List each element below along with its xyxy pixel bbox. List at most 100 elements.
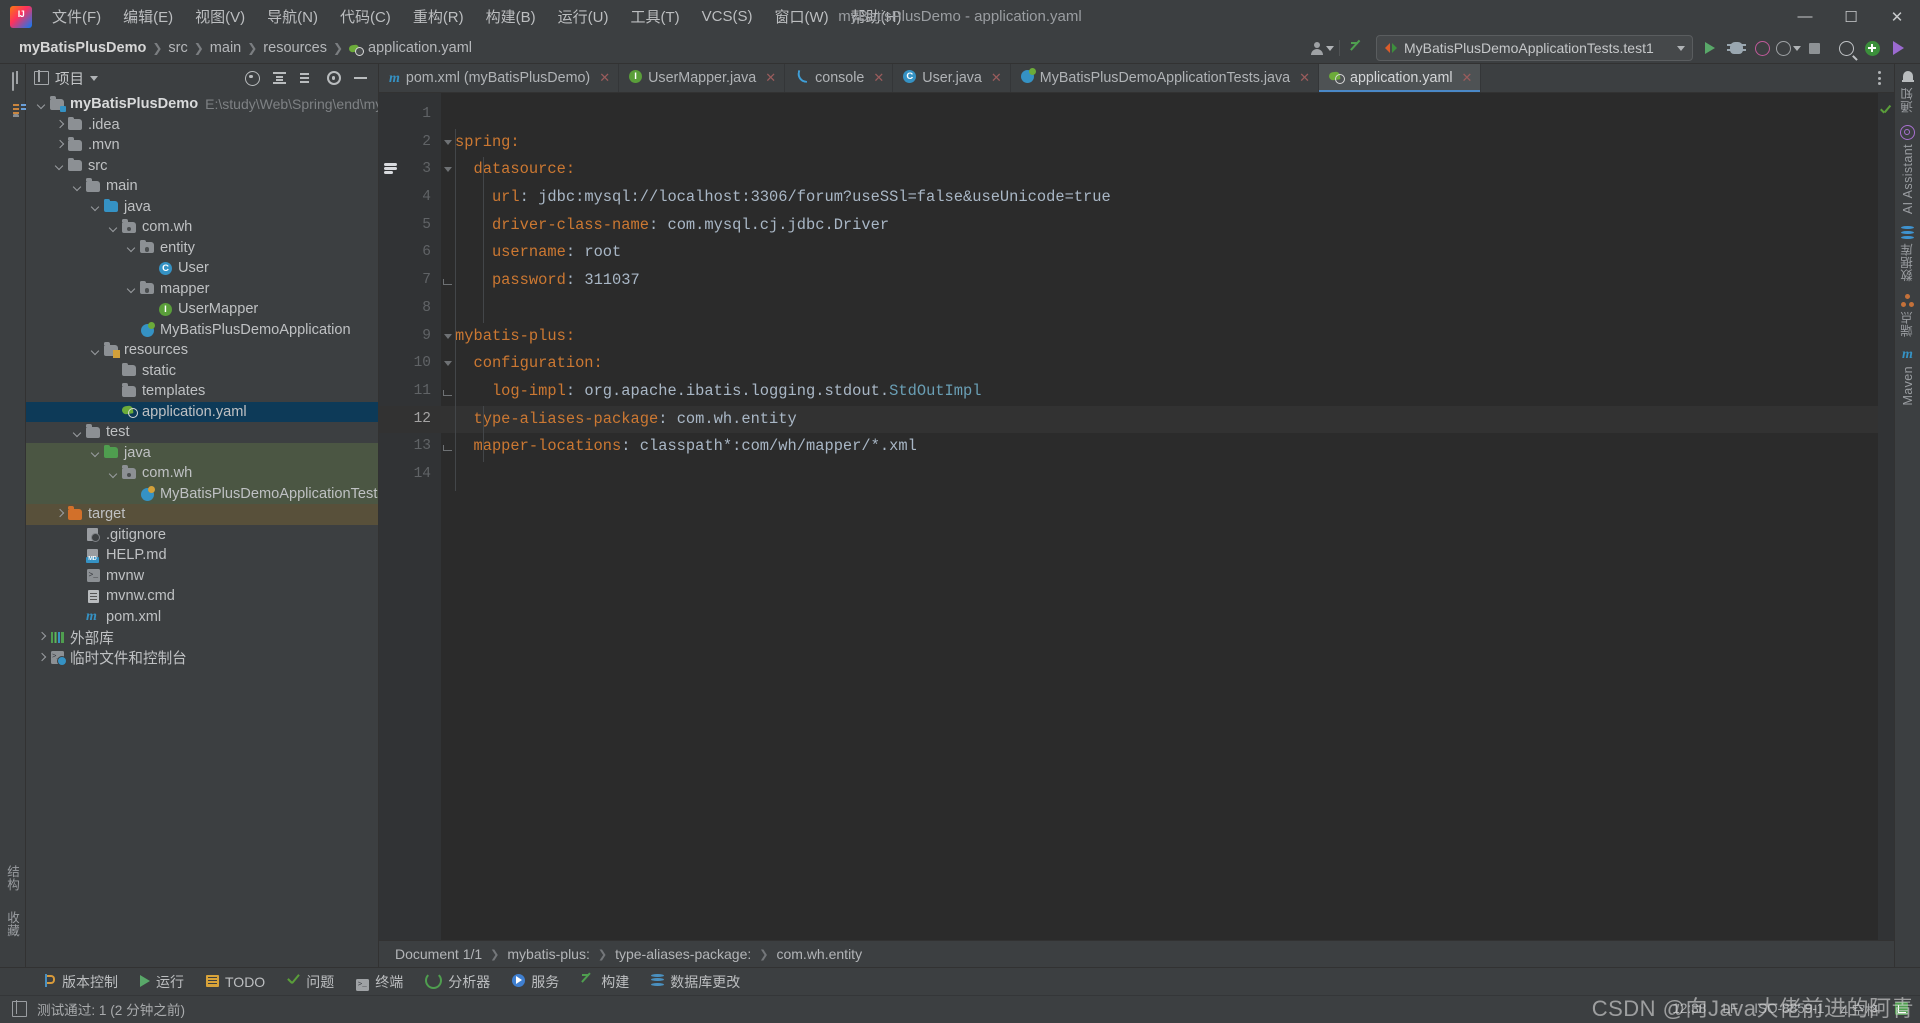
structure-tool-button[interactable]: 结构 (3, 865, 22, 895)
tree-node-mvnw-cmd[interactable]: mvnw.cmd (26, 586, 378, 607)
close-icon[interactable]: ✕ (599, 70, 610, 86)
line-number[interactable]: 7 (379, 267, 452, 295)
chevron-right-icon[interactable] (54, 119, 65, 130)
line-number[interactable]: 9 (379, 323, 452, 351)
status-encoding[interactable]: ISO-8859-1 (1754, 1001, 1824, 1016)
tool-window-button-build[interactable]: 构建 (570, 970, 640, 994)
code-line[interactable]: username: root (441, 239, 1878, 267)
tree-node-resources[interactable]: resources (26, 340, 378, 361)
tab-options-button[interactable] (1870, 67, 1888, 89)
endpoints-tool-button[interactable]: 端点 (1898, 293, 1917, 336)
build-project-button[interactable] (1344, 36, 1370, 60)
project-tool-button[interactable] (11, 72, 14, 91)
tree-node-pom-xml[interactable]: m pom.xml (26, 607, 378, 628)
minimize-button[interactable]: — (1782, 0, 1828, 33)
tool-window-button-git-branch[interactable]: 版本控制 (32, 970, 129, 994)
chevron-down-icon[interactable] (90, 75, 98, 81)
code-editor[interactable]: spring: datasource: url: jdbc:mysql://lo… (441, 93, 1878, 940)
user-account-button[interactable] (1309, 36, 1335, 60)
ai-assistant-tool-button[interactable]: AI Assistant (1900, 124, 1915, 214)
chevron-down-icon[interactable] (108, 222, 119, 233)
tree-node-templates[interactable]: templates (26, 381, 378, 402)
chevron-down-icon[interactable] (108, 468, 119, 479)
close-icon[interactable]: ✕ (1462, 70, 1473, 86)
add-button[interactable] (1859, 36, 1885, 60)
tree-node-usermapper[interactable]: UserMapper (26, 299, 378, 320)
tree-node-test[interactable]: test (26, 422, 378, 443)
tree-node-mvnw[interactable]: mvnw (26, 566, 378, 587)
database-tool-button[interactable]: 数据库 (1898, 225, 1917, 282)
chevron-down-icon[interactable] (126, 242, 137, 253)
panel-settings-button[interactable] (325, 70, 342, 87)
tree-node-mybatisplusdemoapplication[interactable]: MyBatisPlusDemoApplication (26, 320, 378, 341)
code-line[interactable]: configuration: (441, 350, 1878, 378)
line-number[interactable]: 12 (379, 405, 441, 434)
chevron-right-icon[interactable] (54, 140, 65, 151)
menu-item-2[interactable]: 视图(V) (184, 2, 256, 31)
tree-node-main[interactable]: main (26, 176, 378, 197)
maven-tool-button[interactable]: m Maven (1901, 348, 1915, 406)
hide-panel-button[interactable] (352, 70, 369, 87)
breadcrumb-item-4[interactable]: application.yaml (344, 38, 477, 58)
menu-item-4[interactable]: 代码(C) (329, 2, 402, 31)
tool-window-button-check[interactable]: 问题 (276, 970, 345, 994)
tree-node-static[interactable]: static (26, 361, 378, 382)
stop-button[interactable] (1801, 36, 1827, 60)
chevron-right-icon[interactable] (36, 652, 47, 663)
run-button[interactable] (1697, 36, 1723, 60)
tree-node-java[interactable]: java (26, 442, 378, 463)
code-line[interactable]: mybatis-plus: (441, 323, 1878, 351)
spring-bean-gutter-icon[interactable] (384, 162, 399, 177)
code-line[interactable] (441, 295, 1878, 323)
tool-window-button-db-changes[interactable]: 数据库更改 (640, 970, 751, 994)
chevron-down-icon[interactable] (126, 283, 137, 294)
chevron-down-icon[interactable] (90, 345, 101, 356)
line-number[interactable]: 2 (379, 129, 452, 157)
editor-breadcrumb-3[interactable]: com.wh.entity (772, 945, 866, 963)
close-icon[interactable]: ✕ (873, 70, 884, 86)
breadcrumb-item-3[interactable]: resources (258, 38, 332, 58)
tree-node-entity[interactable]: entity (26, 238, 378, 259)
more-run-options-button[interactable] (1775, 36, 1801, 60)
editor-markers[interactable] (1878, 93, 1894, 940)
chevron-right-icon[interactable] (54, 509, 65, 520)
code-line[interactable]: type-aliases-package: com.wh.entity (441, 405, 1878, 434)
close-icon[interactable]: ✕ (1299, 70, 1310, 86)
tree-node-target[interactable]: target (26, 504, 378, 525)
menu-item-10[interactable]: 窗口(W) (763, 2, 839, 31)
code-line[interactable]: driver-class-name: com.mysql.cj.jdbc.Dri… (441, 212, 1878, 240)
menu-item-3[interactable]: 导航(N) (256, 2, 329, 31)
tree-node-application-yaml[interactable]: application.yaml (26, 401, 378, 422)
tool-window-button-profiler[interactable]: 分析器 (414, 970, 501, 994)
tree-node-mybatisplusdemoapplicationtests[interactable]: MyBatisPlusDemoApplicationTests (26, 483, 378, 504)
menu-item-7[interactable]: 运行(U) (547, 2, 620, 31)
tree-node--idea[interactable]: .idea (26, 115, 378, 136)
line-number[interactable]: 11 (379, 378, 452, 406)
line-number[interactable]: 4 (379, 184, 441, 212)
search-everywhere-button[interactable] (1833, 36, 1859, 60)
debug-button[interactable] (1723, 36, 1749, 60)
line-number[interactable]: 10 (379, 350, 452, 378)
breadcrumb-item-1[interactable]: src (163, 38, 192, 58)
tree-node--gitignore[interactable]: .gitignore (26, 525, 378, 546)
chevron-right-icon[interactable] (36, 632, 47, 643)
chevron-down-icon[interactable] (36, 99, 47, 110)
tree-node-mybatisplusdemo[interactable]: myBatisPlusDemo E:\study\Web\Spring\end\m… (26, 94, 378, 115)
editor-tab-user-java[interactable]: User.java ✕ (893, 64, 1011, 92)
chevron-down-icon[interactable] (90, 447, 101, 458)
favorites-tool-button[interactable]: 收藏 (3, 911, 22, 941)
code-line[interactable]: password: 311037 (441, 267, 1878, 295)
status-line-separator[interactable]: LF (1722, 1001, 1738, 1016)
tool-window-button-services[interactable]: 服务 (501, 970, 570, 994)
code-line[interactable] (441, 461, 1878, 489)
code-line[interactable]: datasource: (441, 156, 1878, 184)
editor-tab-application-yaml[interactable]: application.yaml ✕ (1319, 64, 1482, 92)
sort-button[interactable] (298, 70, 315, 87)
tree-node-help-md[interactable]: HELP.md (26, 545, 378, 566)
menu-item-9[interactable]: VCS(S) (691, 4, 764, 29)
editor-breadcrumb-1[interactable]: mybatis-plus: (503, 945, 593, 963)
line-number[interactable]: 1 (379, 101, 441, 129)
tool-window-button-todo[interactable]: TODO (195, 972, 276, 992)
tree-node-com-wh[interactable]: com.wh (26, 463, 378, 484)
close-icon[interactable]: ✕ (991, 70, 1002, 86)
